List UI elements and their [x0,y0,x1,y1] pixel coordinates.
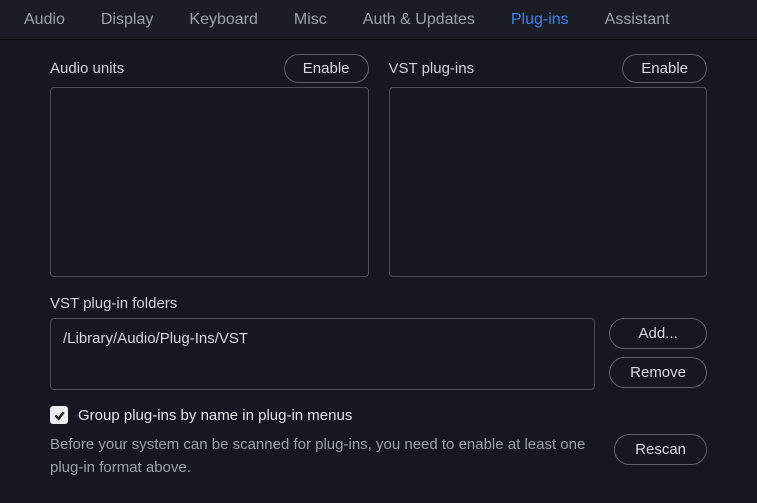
audio-units-section: Audio units Enable [50,60,369,277]
tab-plugins[interactable]: Plug-ins [507,3,573,37]
tab-audio[interactable]: Audio [20,3,69,37]
tab-keyboard[interactable]: Keyboard [185,3,262,37]
vst-folders-listbox[interactable]: /Library/Audio/Plug-Ins/VST [50,318,595,390]
group-plugins-label: Group plug-ins by name in plug-in menus [78,407,352,424]
rescan-button[interactable]: Rescan [614,434,707,465]
tab-assistant[interactable]: Assistant [601,3,674,37]
tab-misc[interactable]: Misc [290,3,331,37]
enable-vst-button[interactable]: Enable [622,54,707,83]
vst-folders-section: VST plug-in folders /Library/Audio/Plug-… [50,295,707,390]
tab-auth-updates[interactable]: Auth & Updates [359,3,479,37]
audio-units-listbox[interactable] [50,87,369,277]
scan-hint-text: Before your system can be scanned for pl… [50,434,600,479]
vst-plugins-listbox[interactable] [389,87,708,277]
folder-item[interactable]: /Library/Audio/Plug-Ins/VST [51,323,594,354]
vst-plugins-section: VST plug-ins Enable [389,60,708,277]
tab-display[interactable]: Display [97,3,157,37]
group-plugins-checkbox[interactable] [50,406,68,424]
group-plugins-row: Group plug-ins by name in plug-in menus [50,406,707,424]
remove-folder-button[interactable]: Remove [609,357,707,388]
tab-bar: Audio Display Keyboard Misc Auth & Updat… [0,0,757,40]
plugins-panel: Audio units Enable VST plug-ins Enable V… [0,40,757,499]
add-folder-button[interactable]: Add... [609,318,707,349]
checkmark-icon [53,409,66,422]
enable-audio-units-button[interactable]: Enable [284,54,369,83]
vst-folders-label: VST plug-in folders [50,295,707,312]
